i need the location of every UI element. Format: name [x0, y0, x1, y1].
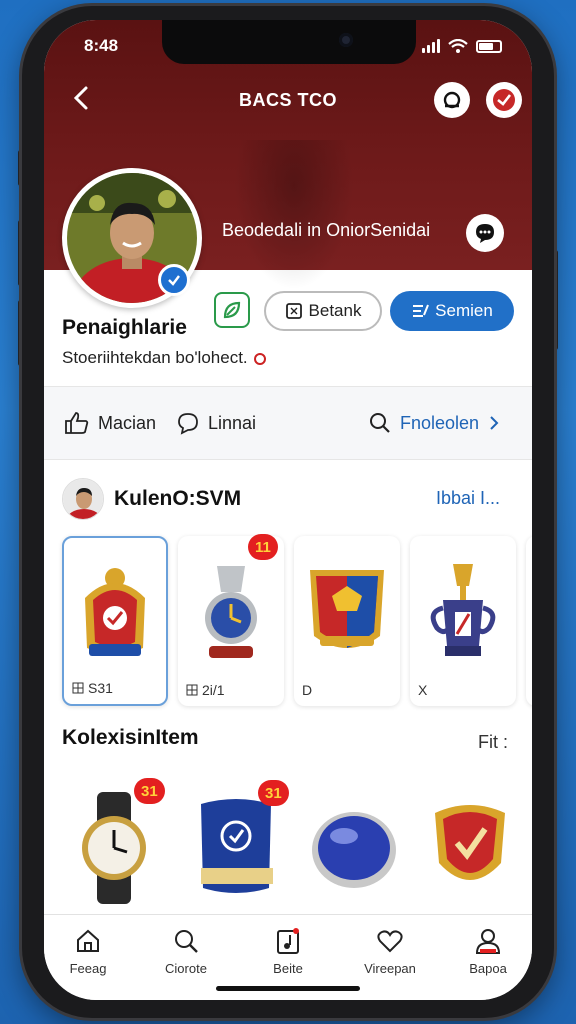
- tab-favorites-label: Vireepan: [364, 961, 416, 976]
- comment-label: Linnai: [208, 412, 257, 433]
- items-filter[interactable]: Fit :: [478, 732, 508, 753]
- jersey-patch-icon: [201, 799, 273, 893]
- profile-bio: Stoeriihtekdan bo'lohect.: [62, 348, 266, 368]
- tab-home[interactable]: Feeag: [46, 927, 130, 976]
- like-label: Macian: [98, 412, 157, 433]
- tab-favorites[interactable]: Vireepan: [348, 927, 432, 976]
- collection-card-partial[interactable]: [526, 536, 532, 706]
- card-meta: D: [302, 682, 312, 698]
- shield-crest-icon: [310, 570, 384, 648]
- card-meta: 2i/1: [186, 682, 225, 698]
- follow-button[interactable]: Betank: [264, 291, 382, 331]
- profile-icon: [475, 929, 501, 954]
- status-time: 8:48: [84, 36, 119, 55]
- tab-home-label: Feeag: [69, 961, 107, 976]
- follow-button-label: Betank: [308, 301, 362, 320]
- grid-icon: [186, 684, 198, 696]
- collection-card[interactable]: S31: [62, 536, 168, 706]
- collection-see-all[interactable]: Ibbai I...: [436, 488, 500, 509]
- items-header: KolexisinItem: [62, 726, 199, 750]
- notification-button[interactable]: [486, 82, 522, 118]
- card-meta-text: 2i/1: [202, 682, 225, 698]
- collection-card[interactable]: X: [410, 536, 516, 706]
- card-meta-text: S31: [88, 680, 113, 696]
- profile-bio-text: Stoeriihtekdan bo'lohect.: [62, 348, 248, 367]
- share-button[interactable]: [434, 82, 470, 118]
- card-badge: 11: [248, 534, 278, 560]
- collection-title: KulenO:SVM: [114, 487, 242, 510]
- tab-search[interactable]: Ciorote: [144, 927, 228, 976]
- app-screen: 8:48 BACS TCO Beodedali in OniorSenidai …: [44, 20, 532, 1000]
- tab-profile-label: Bapoa: [469, 961, 507, 976]
- search-icon: [175, 930, 198, 953]
- mini-player-photo: [63, 479, 103, 519]
- clock-trophy-icon: [205, 566, 257, 658]
- medal-crest-icon: [85, 568, 145, 656]
- tab-profile[interactable]: Bapoa: [446, 927, 530, 976]
- item-tile[interactable]: 31: [184, 778, 289, 918]
- collection-card[interactable]: 11 2i/1: [178, 534, 284, 706]
- music-note-icon: [277, 928, 299, 954]
- home-icon: [77, 929, 99, 952]
- like-action[interactable]: Macian: [64, 411, 156, 435]
- message-button[interactable]: [466, 214, 504, 252]
- header-caption: Beodedali in OniorSenidai: [222, 220, 431, 240]
- blue-gem-icon: [312, 812, 396, 888]
- collection-header: KulenO:SVM: [62, 478, 241, 520]
- item-tile[interactable]: [302, 778, 406, 918]
- card-meta-text: D: [302, 682, 313, 698]
- share-icon: [443, 91, 461, 109]
- item-badge: 31: [134, 778, 165, 804]
- grid-icon: [72, 682, 84, 694]
- card-meta: X: [418, 682, 427, 698]
- heart-icon: [377, 930, 403, 953]
- wristwatch-icon: [82, 792, 146, 904]
- tab-music-label: Beite: [273, 961, 303, 976]
- wifi-icon: [448, 39, 468, 53]
- check-icon: [168, 275, 180, 286]
- notch: [162, 20, 416, 64]
- status-icons: [422, 39, 502, 53]
- items-title: KolexisinItem: [62, 726, 199, 749]
- engagement-bar: Macian Linnai Fnoleolen: [44, 386, 532, 460]
- tab-music[interactable]: Beite: [246, 927, 330, 976]
- item-tile[interactable]: 31: [62, 778, 166, 918]
- chat-bubble-icon: [476, 224, 494, 243]
- search-action[interactable]: Fnoleolen: [368, 411, 501, 435]
- battery-icon: [476, 39, 502, 53]
- eco-badge[interactable]: [214, 292, 250, 328]
- item-badge: 31: [258, 780, 289, 806]
- signal-icon: [422, 39, 440, 53]
- cup-trophy-icon: [430, 564, 496, 656]
- item-tile[interactable]: [418, 778, 522, 918]
- tab-search-label: Ciorote: [165, 961, 207, 976]
- status-dot-icon: [253, 352, 266, 365]
- card-meta: S31: [72, 680, 113, 696]
- thumbs-up-icon: [65, 412, 89, 434]
- primary-action-button[interactable]: Semien: [390, 291, 514, 331]
- profile-name: Penaighlarie: [62, 316, 187, 339]
- list-edit-icon: [413, 304, 430, 317]
- verified-badge: [158, 264, 190, 296]
- search-icon: [370, 413, 390, 433]
- comment-icon: [178, 413, 198, 435]
- card-meta-text: X: [418, 682, 428, 698]
- search-label: Fnoleolen: [400, 412, 480, 433]
- football-icon: [493, 89, 515, 111]
- bookmark-icon: [285, 303, 302, 319]
- chevron-right-icon: [490, 416, 499, 430]
- badge-shield-icon: [435, 805, 505, 880]
- front-camera: [339, 33, 353, 47]
- collection-card[interactable]: D: [294, 536, 400, 706]
- comment-action[interactable]: Linnai: [176, 411, 256, 435]
- header-background-figure: [234, 140, 354, 290]
- home-indicator[interactable]: [216, 986, 360, 991]
- leaf-icon: [223, 301, 241, 319]
- collection-avatar[interactable]: [62, 478, 104, 520]
- primary-action-label: Semien: [435, 301, 493, 320]
